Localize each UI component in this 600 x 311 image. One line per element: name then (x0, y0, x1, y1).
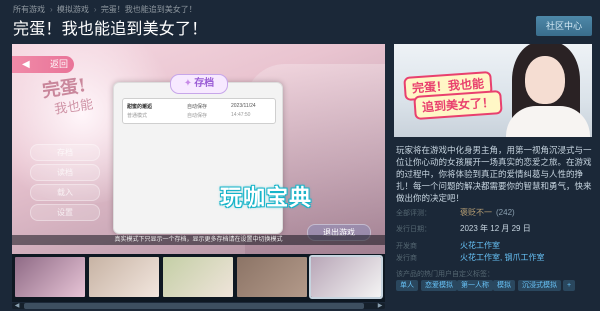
developer-label: 开发商 (396, 243, 417, 250)
character-body (506, 106, 590, 137)
tag-button[interactable]: 模拟 (493, 280, 515, 291)
tag-button[interactable]: 单人 (396, 280, 418, 291)
thumbnail[interactable] (237, 257, 307, 297)
breadcrumb-item[interactable]: 完蛋！我也能追到美女了！ (101, 5, 197, 14)
review-count: (242) (496, 208, 515, 217)
header-capsule-image: 完蛋！我也能 追到美女了！ (394, 44, 592, 137)
scrollbar-thumb[interactable] (24, 303, 364, 309)
tags-label: 该产品的热门用户自定义标签： (396, 271, 494, 278)
tag-button[interactable]: 第一人称 (457, 280, 493, 291)
slot-name: 甜蜜的邂逅 (127, 104, 153, 110)
back-button[interactable]: ◀ 返回 (12, 56, 74, 73)
menu-item[interactable]: 载入 (30, 184, 100, 201)
breadcrumb-separator: › (50, 5, 53, 14)
back-arrow-icon: ◀ (22, 59, 30, 70)
slot-type: 自动保存 (187, 104, 208, 110)
page-title: 完蛋！我也能追到美女了！ (13, 21, 208, 38)
breadcrumb-separator: › (93, 5, 97, 14)
developer-link[interactable]: 火花工作室 (460, 240, 500, 251)
review-label: 全部评测： (396, 210, 431, 217)
thumbnail[interactable] (15, 257, 85, 297)
thumbnail-strip (12, 254, 385, 302)
publisher-link[interactable]: 火花工作室, 钢爪工作室 (460, 252, 544, 263)
release-label: 发行日期： (396, 226, 431, 233)
menu-item[interactable]: 设置 (30, 204, 100, 221)
scroll-left-icon[interactable]: ◀ (12, 303, 22, 309)
menu-item[interactable]: 读档 (30, 164, 100, 181)
save-tab[interactable]: ✦ 存档 (170, 74, 228, 94)
capsule-title-line2: 追到美女了！ (413, 89, 503, 121)
back-label: 返回 (49, 59, 68, 69)
save-tab-label: 存档 (194, 78, 215, 89)
breadcrumb-item[interactable]: 模拟游戏 (57, 5, 89, 14)
review-summary[interactable]: 褒贬不一 (242) (460, 207, 515, 218)
slot-mode: 普通模式 (127, 113, 148, 119)
publisher-label: 发行商 (396, 255, 417, 262)
thumbnail[interactable] (309, 255, 383, 299)
review-value: 褒贬不一 (460, 208, 492, 217)
star-icon: ✦ (183, 78, 193, 89)
breadcrumb-item[interactable]: 所有游戏 (13, 5, 45, 14)
community-hub-button[interactable]: 社区中心 (536, 16, 592, 36)
more-tags-button[interactable]: + (563, 280, 576, 291)
thumbnail[interactable] (89, 257, 159, 297)
slot-type-secondary: 自动保存 (187, 113, 208, 119)
tip-text: 真实模式下只显示一个存档，显示更多存档请在设置中切换模式 (12, 235, 385, 245)
slot-date: 2023/11/24 (231, 103, 256, 109)
tag-button[interactable]: 恋爱模拟 (421, 280, 457, 291)
release-date: 2023 年 12 月 29 日 (460, 224, 531, 233)
slot-time: 14:47:50 (231, 112, 251, 118)
main-screenshot[interactable]: 完蛋! 我也能 ◀ 返回 存档 读档 载入 设置 ✦ 存档 甜蜜的邂逅 普通模式 … (12, 44, 385, 254)
menu-item[interactable]: 存档 (30, 144, 100, 161)
breadcrumb: 所有游戏 › 模拟游戏 › 完蛋！我也能追到美女了！ (13, 4, 199, 15)
game-description: 玩家将在游戏中化身男主角，用第一视角沉浸式与一位让你心动的女孩展开一场真实的恋爱… (396, 145, 592, 203)
watermark-text: 玩咖宝典 (220, 185, 313, 210)
save-slot[interactable]: 甜蜜的邂逅 普通模式 自动保存 自动保存 2023/11/24 14:47:50 (122, 98, 276, 124)
thumbnail[interactable] (163, 257, 233, 297)
thumbnail-scrollbar[interactable]: ◀ ▶ (12, 303, 385, 309)
tag-button[interactable]: 沉浸式模拟 (518, 280, 561, 291)
scroll-right-icon[interactable]: ▶ (375, 303, 385, 309)
character-face (525, 56, 565, 104)
